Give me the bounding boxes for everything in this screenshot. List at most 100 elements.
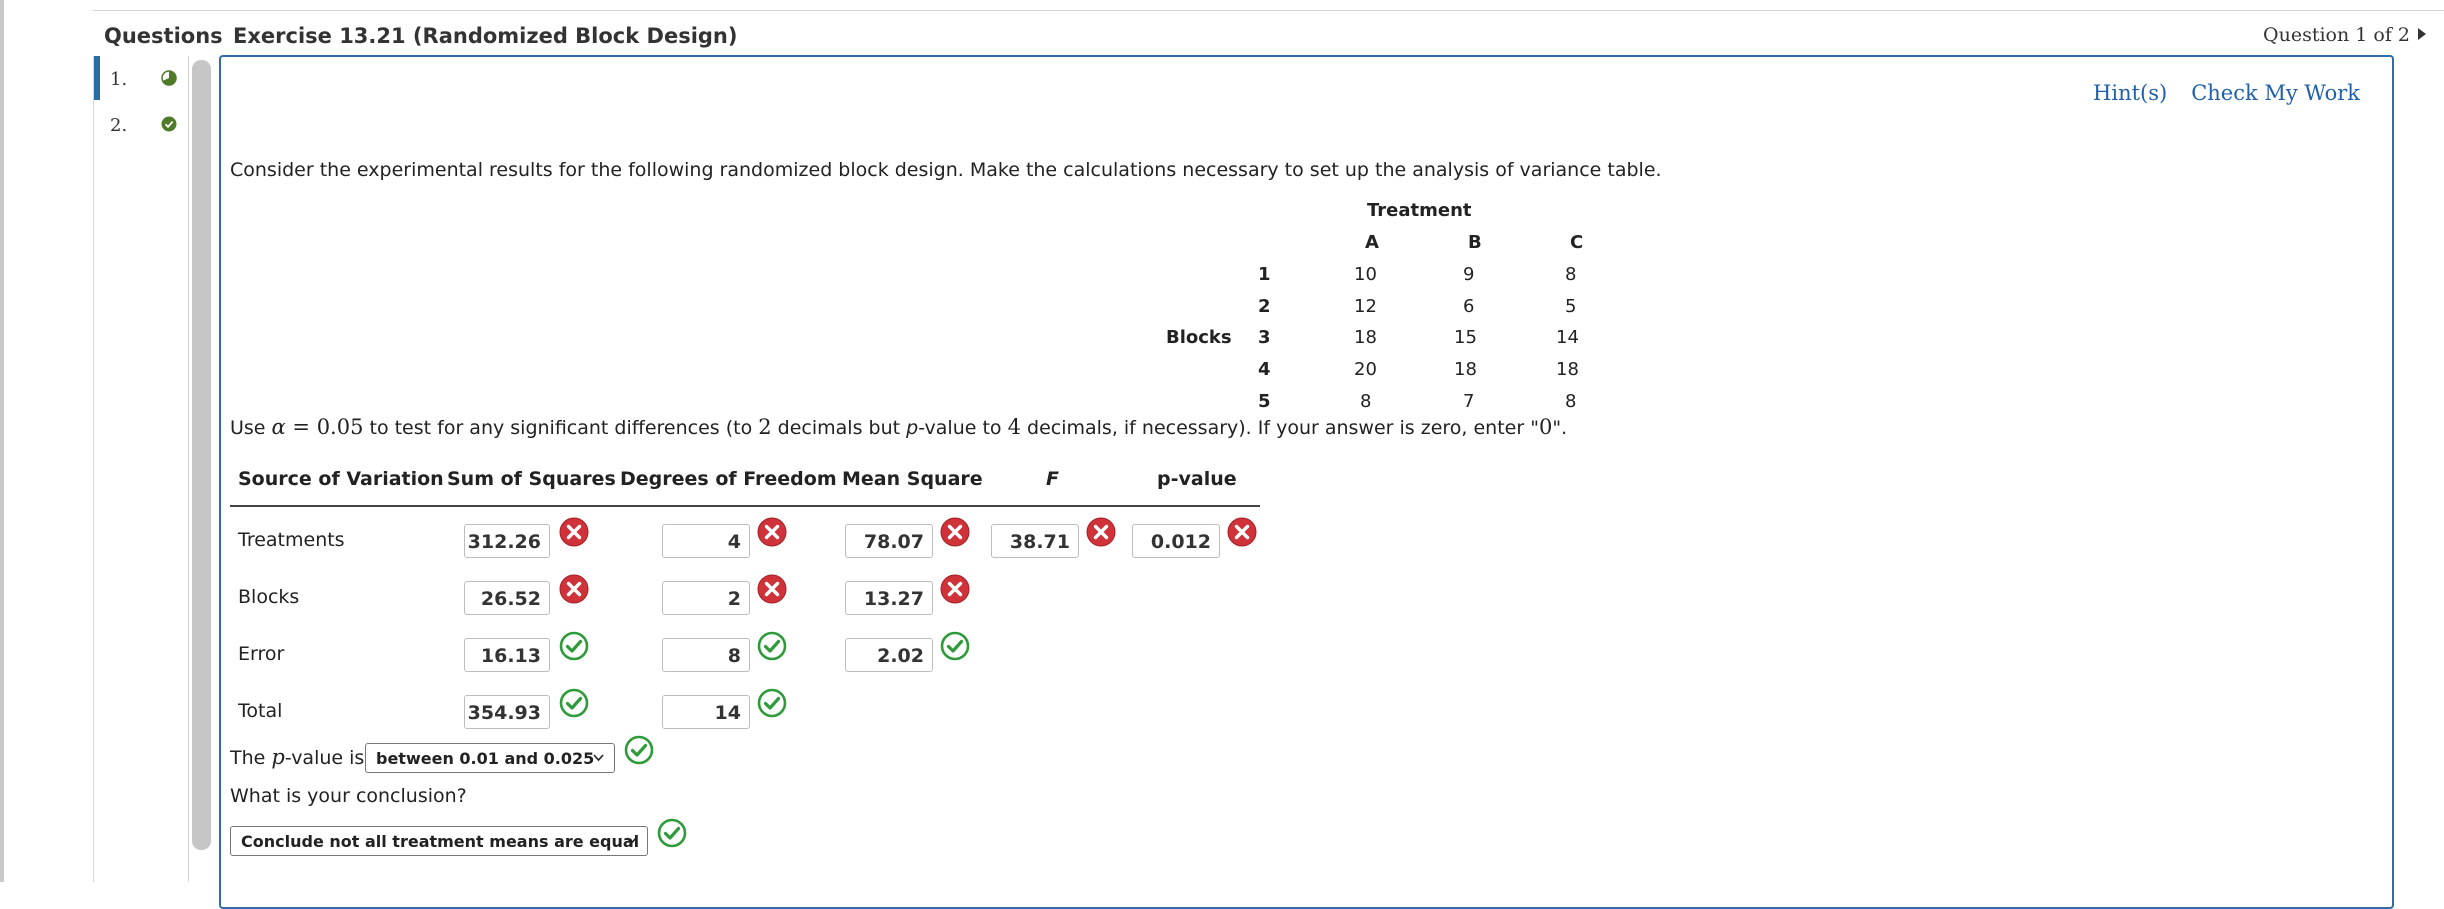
pvalue-range-select[interactable]: between 0.01 and 0.025 xyxy=(365,743,615,773)
incorrect-icon xyxy=(1086,517,1116,547)
error-ss-input[interactable]: 16.13 xyxy=(464,638,550,672)
treatments-ms-input[interactable]: 78.07 xyxy=(845,524,933,558)
help-links: Hint(s) Check My Work xyxy=(2069,81,2360,105)
instr-part: 2 xyxy=(758,415,772,439)
blocks-ms-input[interactable]: 13.27 xyxy=(845,581,933,615)
alpha-symbol: α xyxy=(271,415,286,439)
row-label-error: Error xyxy=(238,643,285,665)
row-label-treatments: Treatments xyxy=(238,529,345,551)
total-df-input[interactable]: 14 xyxy=(662,695,750,729)
header-rule xyxy=(230,505,1260,507)
col-header-b: B xyxy=(1468,232,1482,253)
alpha-value: 0.05 xyxy=(316,415,364,439)
correct-icon xyxy=(657,818,687,848)
cell-2-a: 12 xyxy=(1354,296,1377,317)
question-header: Questions Exercise 13.21 (Randomized Blo… xyxy=(93,10,2444,56)
sidebar-item-1[interactable]: 1. xyxy=(94,56,188,100)
blocks-df-input[interactable]: 2 xyxy=(662,581,750,615)
block-4-label: 4 xyxy=(1258,359,1271,380)
total-ss-input[interactable]: 354.93 xyxy=(464,695,550,729)
block-1-label: 1 xyxy=(1258,264,1271,285)
pq-part: The xyxy=(230,747,272,769)
question-counter-text: Question 1 of 2 xyxy=(2263,24,2410,46)
block-2-label: 2 xyxy=(1258,296,1271,317)
incorrect-icon xyxy=(940,517,970,547)
col-header-a: A xyxy=(1365,232,1379,253)
blocks-ss-input[interactable]: 26.52 xyxy=(464,581,550,615)
header-pvalue: p-value xyxy=(1157,468,1237,490)
cell-5-c: 8 xyxy=(1565,391,1577,412)
conclusion-select[interactable]: Conclude not all treatment means are equ… xyxy=(230,826,648,856)
question-panel: Hint(s) Check My Work Consider the experi… xyxy=(219,55,2394,909)
partial-complete-icon xyxy=(161,70,177,86)
instr-part: to test for any significant differences … xyxy=(363,417,759,439)
questions-label: Questions xyxy=(104,24,223,48)
sidebar-scrollbar[interactable] xyxy=(192,60,211,850)
exercise-title: Exercise 13.21 (Randomized Block Design) xyxy=(233,24,738,48)
sidebar-item-2[interactable]: 2. xyxy=(94,102,188,146)
hints-link[interactable]: Hint(s) xyxy=(2093,81,2167,105)
instr-part: Use xyxy=(230,417,272,439)
col-header-c: C xyxy=(1570,232,1584,253)
question-counter[interactable]: Question 1 of 2 xyxy=(2263,24,2426,46)
correct-icon xyxy=(559,631,589,661)
header-f: F xyxy=(1046,468,1059,490)
cell-5-a: 8 xyxy=(1360,391,1372,412)
treatments-df-input[interactable]: 4 xyxy=(662,524,750,558)
instr-part: = xyxy=(285,415,317,439)
question-prompt: Consider the experimental results for th… xyxy=(230,159,1662,181)
instruction-text: Use α = 0.05 to test for any significant… xyxy=(230,415,1567,439)
cell-2-c: 5 xyxy=(1565,296,1577,317)
pq-part: -value is xyxy=(284,747,365,769)
conclusion-question: What is your conclusion? xyxy=(230,785,467,807)
treatments-f-input[interactable]: 38.71 xyxy=(991,524,1079,558)
cell-4-a: 20 xyxy=(1354,359,1377,380)
treatments-ss-input[interactable]: 312.26 xyxy=(464,524,550,558)
instr-part: -value to xyxy=(918,417,1008,439)
chevron-down-icon xyxy=(593,754,604,762)
instr-part: p xyxy=(906,417,919,439)
header-df: Degrees of Freedom xyxy=(620,468,837,490)
conclusion-selected-text: Conclude not all treatment means are equ… xyxy=(241,832,640,851)
pvalue-selected-text: between 0.01 and 0.025 xyxy=(376,749,595,768)
treatment-header: Treatment xyxy=(1367,200,1472,221)
incorrect-icon xyxy=(757,517,787,547)
active-indicator xyxy=(94,56,100,100)
sidebar-item-label: 2. xyxy=(110,115,128,136)
incorrect-icon xyxy=(559,574,589,604)
header-ss: Sum of Squares xyxy=(447,468,616,490)
block-5-label: 5 xyxy=(1258,391,1271,412)
cell-4-b: 18 xyxy=(1454,359,1477,380)
instr-part: decimals, if necessary). If your answer … xyxy=(1020,417,1539,439)
error-df-input[interactable]: 8 xyxy=(662,638,750,672)
error-ms-input[interactable]: 2.02 xyxy=(845,638,933,672)
correct-icon xyxy=(757,631,787,661)
question-sidebar: 1. 2. xyxy=(93,56,189,882)
instr-part: 4 xyxy=(1007,415,1021,439)
cell-1-c: 8 xyxy=(1565,264,1577,285)
instr-part: decimals but xyxy=(771,417,907,439)
cell-4-c: 18 xyxy=(1556,359,1579,380)
cell-3-a: 18 xyxy=(1354,327,1377,348)
check-my-work-link[interactable]: Check My Work xyxy=(2191,81,2360,105)
incorrect-icon xyxy=(757,574,787,604)
treatments-pvalue-input[interactable]: 0.012 xyxy=(1132,524,1220,558)
header-ms: Mean Square xyxy=(842,468,983,490)
incorrect-icon xyxy=(559,517,589,547)
correct-icon xyxy=(559,688,589,718)
header-source: Source of Variation xyxy=(238,468,444,490)
next-arrow-icon[interactable] xyxy=(2418,28,2426,40)
row-label-blocks: Blocks xyxy=(238,586,300,608)
cell-2-b: 6 xyxy=(1463,296,1475,317)
cell-1-b: 9 xyxy=(1463,264,1475,285)
correct-icon xyxy=(624,735,654,765)
sidebar-item-label: 1. xyxy=(110,69,128,90)
blocks-label: Blocks xyxy=(1166,327,1232,348)
cell-3-c: 14 xyxy=(1556,327,1579,348)
cell-3-b: 15 xyxy=(1454,327,1477,348)
pvalue-question: The p-value is xyxy=(230,745,364,769)
left-edge-strip xyxy=(0,0,4,882)
cell-5-b: 7 xyxy=(1463,391,1475,412)
incorrect-icon xyxy=(1227,517,1257,547)
row-label-total: Total xyxy=(238,700,283,722)
